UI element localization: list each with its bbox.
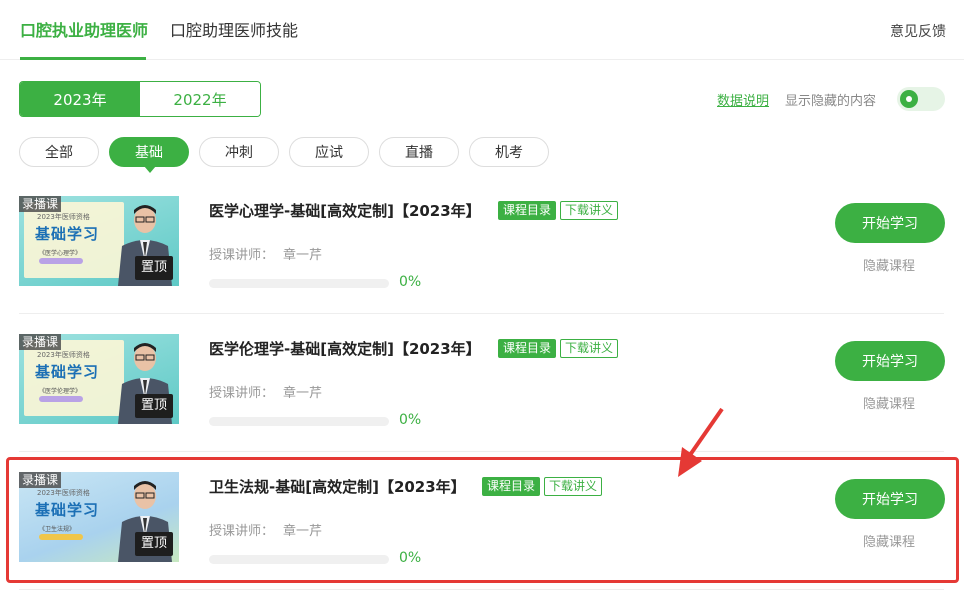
hide-course-link[interactable]: 隐藏课程 [863,255,915,274]
thumbnail-year-text: 2023年医师资格 [37,213,90,221]
start-learning-button[interactable]: 开始学习 [835,203,945,243]
course-row: 2023年医师资格 基础学习 《医学心理学》 录播课 置顶 医学心理学-基础[高… [19,176,945,314]
download-notes-tag[interactable]: 下载讲义 [560,201,619,220]
pinned-badge: 置顶 [135,394,173,418]
thumbnail-bar [39,258,83,264]
progress-percent: 0% [399,412,422,428]
data-explain-link[interactable]: 数据说明 [717,90,769,109]
toggle-knob [900,90,918,108]
progress-bar [209,417,389,426]
course-catalog-tag[interactable]: 课程目录 [498,339,557,358]
recorded-course-badge: 录播课 [19,196,62,212]
tab-oral-assistant-skills[interactable]: 口腔助理医师技能 [170,20,298,42]
thumbnail-title-text: 基础学习 [35,225,100,243]
progress-bar [209,279,389,288]
thumbnail-subject-text: 《医学伦理学》 [39,388,82,395]
tab-oral-practicing-assistant[interactable]: 口腔执业助理医师 [20,20,148,42]
category-sprint[interactable]: 冲刺 [199,137,279,167]
annotation-arrow-icon [678,407,724,477]
start-learning-button[interactable]: 开始学习 [835,341,945,381]
teacher-label: 授课讲师： [209,248,275,263]
active-tab-underline [20,57,146,60]
thumbnail-year-text: 2023年医师资格 [37,351,90,359]
progress-percent: 0% [399,274,422,290]
teacher-label: 授课讲师： [209,386,275,401]
year-2022-button[interactable]: 2022年 [140,82,260,116]
thumbnail-title-text: 基础学习 [35,363,100,381]
category-basic[interactable]: 基础 [109,137,189,173]
teacher-name: 章一芹 [283,386,323,401]
course-catalog-tag[interactable]: 课程目录 [498,201,557,220]
annotation-highlight-box [6,457,959,583]
course-row: 2023年医师资格 基础学习 《医学伦理学》 录播课 置顶 医学伦理学-基础[高… [19,314,945,452]
course-title[interactable]: 医学伦理学-基础[高效定制]【2023年】 [209,338,481,359]
hide-course-link[interactable]: 隐藏课程 [863,393,915,412]
teacher-name: 章一芹 [283,248,323,263]
thumbnail-bar [39,396,83,402]
show-hidden-label: 显示隐藏的内容 [785,94,877,109]
download-notes-tag[interactable]: 下载讲义 [560,339,619,358]
course-title[interactable]: 医学心理学-基础[高效定制]【2023年】 [209,200,481,221]
year-2023-button[interactable]: 2023年 [20,82,140,116]
category-all[interactable]: 全部 [19,137,99,167]
recorded-course-badge: 录播课 [19,334,62,350]
category-live[interactable]: 直播 [379,137,459,167]
course-thumbnail[interactable]: 2023年医师资格 基础学习 《医学伦理学》 录播课 置顶 [19,334,179,424]
top-tab-bar: 口腔执业助理医师 口腔助理医师技能 意见反馈 [0,0,964,60]
pinned-badge: 置顶 [135,256,173,280]
year-switch: 2023年 2022年 [19,81,261,117]
course-thumbnail[interactable]: 2023年医师资格 基础学习 《医学心理学》 录播课 置顶 [19,196,179,286]
category-computer-exam[interactable]: 机考 [469,137,549,167]
show-hidden-toggle[interactable] [897,87,945,111]
thumbnail-subject-text: 《医学心理学》 [39,250,82,257]
category-exam[interactable]: 应试 [289,137,369,167]
feedback-link[interactable]: 意见反馈 [890,21,946,41]
